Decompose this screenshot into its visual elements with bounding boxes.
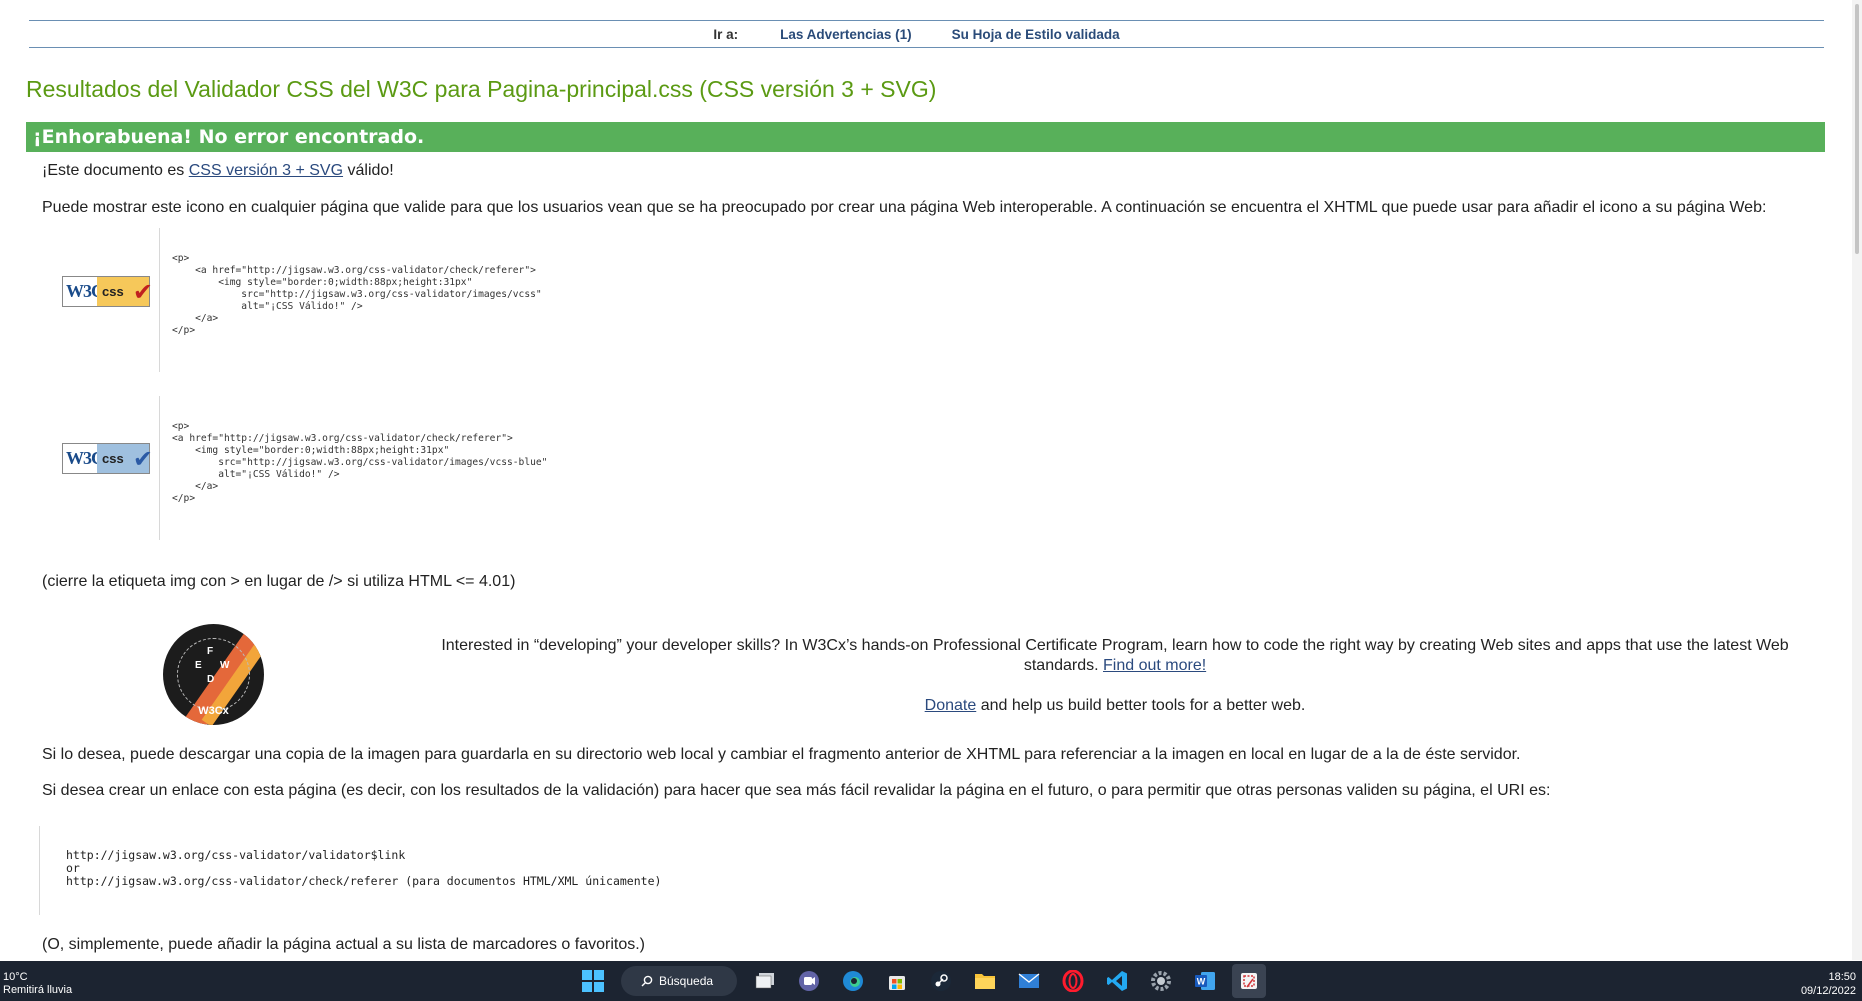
download-text: Si lo desea, puede descargar una copia d… <box>42 746 1521 763</box>
steam-icon[interactable] <box>924 964 958 998</box>
validated-stylesheet-link[interactable]: Su Hoja de Estilo validada <box>952 27 1120 42</box>
code-snippet-gold: <p> <a href="http://jigsaw.w3.org/css-va… <box>172 253 542 336</box>
settings-icon[interactable] <box>1144 964 1178 998</box>
w3c-logo: W3C <box>66 281 104 301</box>
donate-text: and help us build better tools for a bet… <box>976 697 1306 714</box>
donate-link[interactable]: Donate <box>925 697 977 714</box>
valid-suffix: válido! <box>343 162 394 179</box>
taskbar-apps: Búsqueda W <box>571 961 1271 1001</box>
css-valid-badge-gold[interactable]: W3C css ✔ <box>62 276 153 307</box>
weather-temp: 10°C <box>3 971 28 983</box>
vertical-scrollbar[interactable] <box>1852 0 1862 960</box>
weather-widget[interactable]: 10°C Remitirá lluvia <box>3 971 72 997</box>
warnings-link[interactable]: Las Advertencias (1) <box>780 27 912 42</box>
windows-icon <box>582 970 604 992</box>
close-tag-note: (cierre la etiqueta img con > en lugar d… <box>42 573 516 590</box>
css-valid-badge-blue[interactable]: W3C css ✔ <box>62 443 153 474</box>
search-button[interactable]: Búsqueda <box>621 966 737 996</box>
page-title: Resultados del Validador CSS del W3C par… <box>26 76 937 102</box>
css-version-link[interactable]: CSS versión 3 + SVG <box>189 162 343 179</box>
search-icon <box>641 975 653 987</box>
gold-badge-block: W3C css ✔ <p> <a href="http://jigsaw.w3.… <box>42 228 1822 372</box>
weather-desc: Remitirá lluvia <box>3 984 73 996</box>
valid-prefix: ¡Este documento es <box>42 162 189 179</box>
donate-line: Donate and help us build better tools fo… <box>420 697 1810 715</box>
jump-label: Ir a: <box>713 26 739 42</box>
word-icon[interactable]: W <box>1188 964 1222 998</box>
teams-icon[interactable] <box>792 964 826 998</box>
w3cx-developer-logo[interactable]: F E W D W3Cx <box>163 624 264 725</box>
divider <box>159 228 160 372</box>
scrollbar-thumb[interactable] <box>1855 4 1859 254</box>
success-banner: ¡Enhorabuena! No error encontrado. <box>26 122 1825 152</box>
uri-box: http://jigsaw.w3.org/css-validator/valid… <box>39 826 1829 915</box>
task-view-icon[interactable] <box>748 964 782 998</box>
snipping-tool-icon[interactable] <box>1232 964 1266 998</box>
bookmark-text: (O, simplemente, puede añadir la página … <box>42 936 645 953</box>
checkmark-icon: ✔ <box>132 446 153 473</box>
w3cx-brand: W3Cx <box>198 705 229 717</box>
find-out-more-link[interactable]: Find out more! <box>1103 657 1206 674</box>
promo-text: Interested in “developing” your develope… <box>420 636 1810 676</box>
link-text: Si desea crear un enlace con esta página… <box>42 782 1551 799</box>
svg-text:W: W <box>1197 977 1206 987</box>
code-snippet-blue: <p> <a href="http://jigsaw.w3.org/css-va… <box>172 421 548 504</box>
blue-badge-block: W3C css ✔ <p> <a href="http://jigsaw.w3.… <box>42 396 1822 540</box>
file-explorer-icon[interactable] <box>968 964 1002 998</box>
jump-navigation: Ir a: Las Advertencias (1) Su Hoja de Es… <box>29 20 1824 48</box>
system-clock[interactable]: 18:50 09/12/2022 <box>1801 970 1856 998</box>
icon-intro-text: Puede mostrar este icono en cualquier pá… <box>42 199 1767 216</box>
clock-date: 09/12/2022 <box>1800 985 1856 997</box>
opera-icon[interactable] <box>1056 964 1090 998</box>
vscode-icon[interactable] <box>1100 964 1134 998</box>
taskbar: 10°C Remitirá lluvia Búsqueda W 18:50 09… <box>0 961 1862 1001</box>
search-label: Búsqueda <box>659 974 714 988</box>
w3c-logo: W3C <box>66 448 104 468</box>
start-button[interactable] <box>576 964 610 998</box>
store-icon[interactable] <box>880 964 914 998</box>
divider <box>159 396 160 540</box>
checkmark-icon: ✔ <box>132 279 153 306</box>
uri-code: http://jigsaw.w3.org/css-validator/valid… <box>66 848 662 888</box>
clock-time: 18:50 <box>1828 971 1856 983</box>
edge-icon[interactable] <box>836 964 870 998</box>
valid-statement: ¡Este documento es CSS versión 3 + SVG v… <box>42 162 394 180</box>
validator-page: Ir a: Las Advertencias (1) Su Hoja de Es… <box>0 0 1862 960</box>
mail-icon[interactable] <box>1012 964 1046 998</box>
